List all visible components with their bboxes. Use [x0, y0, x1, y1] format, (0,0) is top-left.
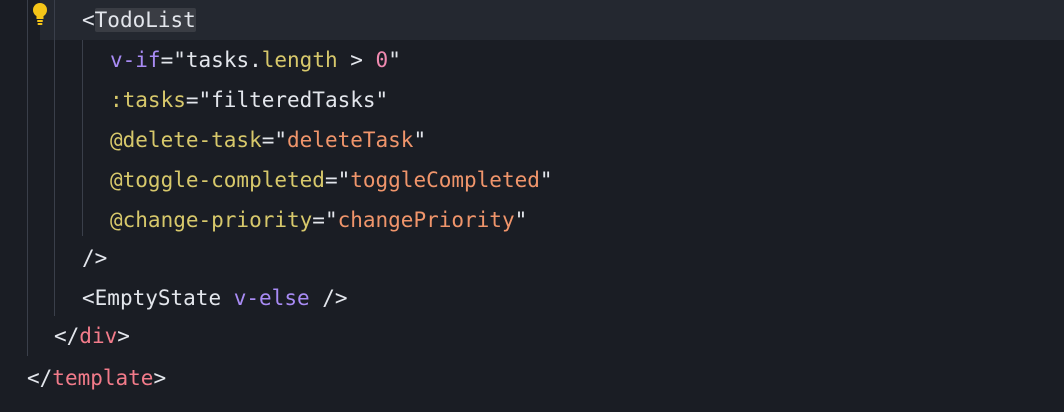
property: length [261, 48, 338, 72]
quote: " [539, 168, 553, 192]
tag-close-bracket: > [153, 366, 167, 390]
code-line-1[interactable]: <TodoList [82, 0, 196, 40]
operator: > [337, 48, 376, 72]
attribute: @delete-task [110, 128, 262, 152]
tag-name: template [52, 366, 154, 390]
equals: = [160, 48, 174, 72]
code-line-8[interactable]: <EmptyState v-else /> [82, 278, 348, 318]
directive: v-if [110, 48, 161, 72]
attribute: @change-priority [110, 208, 313, 232]
tag-open-bracket: < [82, 286, 95, 310]
code-line-3[interactable]: :tasks="filteredTasks" [110, 80, 388, 120]
equals: =" [261, 128, 288, 152]
tag-close-bracket: > [117, 324, 130, 348]
quote: " [388, 48, 401, 72]
code-line-10[interactable]: </template> [27, 358, 166, 398]
code-line-5[interactable]: @toggle-completed="toggleCompleted" [110, 160, 553, 200]
component-name: EmptyState [94, 286, 222, 310]
lightbulb-icon[interactable] [30, 1, 50, 27]
code-line-2[interactable]: v-if="tasks.length > 0" [110, 40, 401, 80]
code-editor[interactable]: <TodoList v-if="tasks.length > 0" :tasks… [0, 0, 1064, 412]
attribute-value: deleteTask [287, 128, 414, 152]
equals: = [185, 88, 199, 112]
tag-open-bracket: </ [27, 366, 53, 390]
attribute-value: changePriority [337, 208, 515, 232]
directive: v-else [233, 286, 310, 310]
attribute-value: "filteredTasks" [198, 88, 389, 112]
code-line-4[interactable]: @delete-task="deleteTask" [110, 120, 426, 160]
attribute-value: toggleCompleted [350, 168, 540, 192]
tag-close: /> [309, 286, 348, 310]
equals: =" [312, 208, 338, 232]
attribute: @toggle-completed [110, 168, 325, 192]
tag-name: div [79, 324, 118, 348]
indent-guide [54, 0, 55, 316]
indent-guide [82, 40, 83, 236]
tag-open-bracket: < [82, 8, 95, 32]
code-line-6[interactable]: @change-priority="changePriority" [110, 200, 527, 240]
indent-guide [27, 0, 28, 356]
component-name: TodoList [94, 8, 196, 32]
self-closing-tag: /> [82, 246, 108, 270]
quote: " [514, 208, 528, 232]
expression: tasks. [185, 48, 262, 72]
quote: " [413, 128, 427, 152]
number: 0 [375, 48, 389, 72]
quote: " [173, 48, 186, 72]
attribute: :tasks [110, 88, 186, 112]
code-line-9[interactable]: </div> [54, 316, 130, 356]
tag-open-bracket: </ [54, 324, 80, 348]
equals: =" [324, 168, 351, 192]
code-line-7[interactable]: /> [82, 238, 107, 278]
